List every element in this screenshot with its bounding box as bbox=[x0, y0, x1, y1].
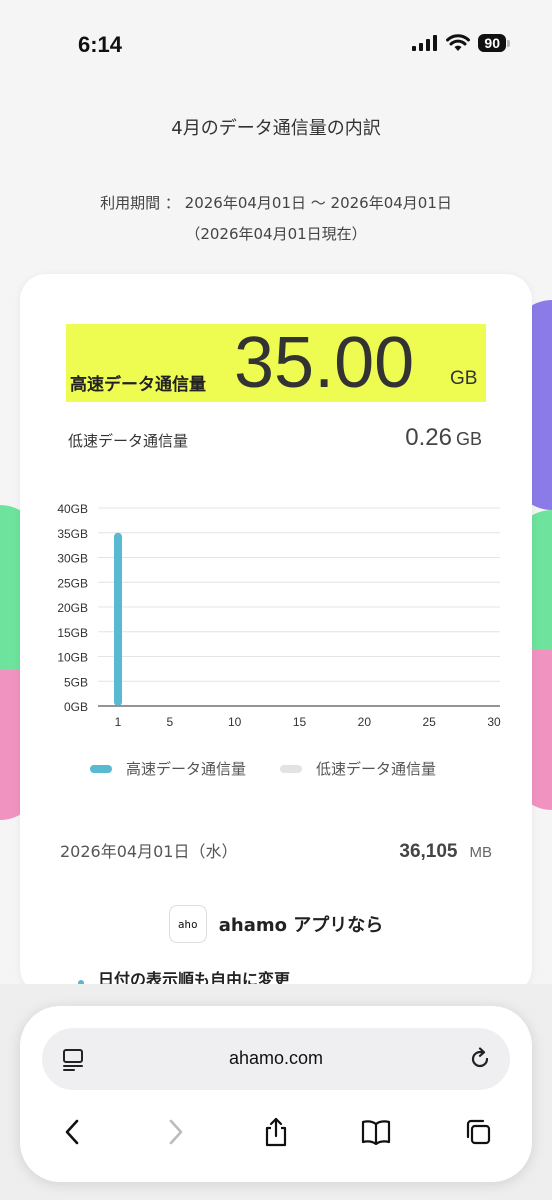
high-speed-usage: 高速データ通信量 35.00 GB bbox=[66, 324, 486, 402]
y-tick-label: 40GB bbox=[57, 502, 88, 516]
url-text[interactable]: ahamo.com bbox=[42, 1048, 510, 1069]
daily-usage-chart: 0GB5GB10GB15GB20GB25GB30GB35GB40GB1 5 10 15… bbox=[57, 502, 501, 729]
forward-button[interactable] bbox=[160, 1116, 192, 1148]
x-tick-label: 20 bbox=[358, 715, 372, 729]
chevron-right-icon bbox=[169, 1119, 183, 1145]
reload-icon[interactable] bbox=[468, 1047, 492, 1071]
x-tick-label: 1 bbox=[115, 715, 122, 729]
status-bar: 6:14 90 bbox=[0, 0, 552, 90]
daily-amount-value: 36,105 bbox=[399, 841, 458, 862]
status-icons: 90 bbox=[412, 34, 510, 52]
battery-icon: 90 bbox=[478, 34, 510, 52]
usage-card: 高速データ通信量 35.00 GB 低速データ通信量 0.26 GB 0GB 5GB… bbox=[20, 274, 532, 994]
y-tick-label: 10GB bbox=[57, 651, 88, 665]
daily-amount-unit: MB bbox=[469, 844, 493, 861]
y-tick-label: 5GB bbox=[64, 675, 88, 689]
chart-legend: 高速データ通信量 低速データ通信量 bbox=[90, 758, 436, 779]
tabs-button[interactable] bbox=[462, 1116, 494, 1148]
y-tick-label: 0GB bbox=[64, 700, 88, 714]
legend-swatch-high-speed bbox=[90, 764, 112, 773]
low-speed-unit: GB bbox=[455, 429, 482, 449]
legend-swatch-low-speed bbox=[280, 764, 303, 773]
x-tick-label: 15 bbox=[293, 715, 307, 729]
legend-item-low-speed: 低速データ通信量 bbox=[280, 758, 436, 779]
wifi-icon bbox=[446, 34, 471, 51]
cellular-signal-icon bbox=[412, 35, 438, 51]
usage-period: 利用期間 ： 2026年04月01日 〜 2026年04月01日 （2026年0… bbox=[0, 188, 552, 250]
y-tick-label: 30GB bbox=[57, 552, 88, 566]
x-tick-label: 25 bbox=[422, 715, 436, 729]
daily-amount: 36,105 MB bbox=[399, 841, 492, 863]
status-time: 6:14 bbox=[78, 32, 123, 57]
period-as-of: （2026年04月01日現在） bbox=[185, 225, 367, 243]
tabs-icon bbox=[466, 1119, 491, 1145]
legend-label-low-speed: 低速データ通信量 bbox=[316, 760, 437, 778]
x-tick-label: 5 bbox=[167, 715, 174, 729]
address-bar[interactable]: ahamo.com bbox=[42, 1028, 510, 1090]
browser-nav-toolbar bbox=[20, 1116, 532, 1152]
bookmarks-button[interactable] bbox=[360, 1116, 392, 1148]
ahamo-app-promo: aho ahamo アプリなら bbox=[0, 904, 552, 944]
ahamo-logo-icon: aho bbox=[168, 905, 207, 943]
daily-usage-row[interactable]: 2026年04月01日（水） 36,105 MB bbox=[60, 838, 492, 863]
browser-toolbar: ahamo.com bbox=[20, 1006, 532, 1182]
low-speed-value: 0.26 bbox=[405, 424, 452, 451]
high-speed-value: 35.00 bbox=[234, 323, 415, 403]
share-icon bbox=[265, 1117, 287, 1147]
high-speed-label: 高速データ通信量 bbox=[70, 375, 206, 395]
y-tick-label: 15GB bbox=[57, 626, 88, 640]
promo-title: ahamo アプリなら bbox=[218, 915, 384, 936]
low-speed-usage: 0.26 GB bbox=[405, 424, 482, 452]
y-tick-label: 25GB bbox=[57, 576, 88, 590]
share-button[interactable] bbox=[260, 1116, 292, 1148]
chart-bar bbox=[114, 532, 122, 706]
low-speed-label: 低速データ通信量 bbox=[68, 432, 189, 450]
high-speed-unit: GB bbox=[450, 368, 478, 389]
book-icon bbox=[361, 1120, 391, 1145]
page-title: 4月のデータ通信量の内訳 bbox=[171, 118, 381, 139]
y-tick-label: 35GB bbox=[57, 527, 88, 541]
chevron-left-icon bbox=[65, 1119, 79, 1145]
daily-date: 2026年04月01日（水） bbox=[60, 842, 238, 861]
legend-label-high-speed: 高速データ通信量 bbox=[126, 760, 247, 778]
back-button[interactable] bbox=[56, 1116, 88, 1148]
legend-item-high-speed: 高速データ通信量 bbox=[90, 758, 246, 779]
x-tick-label: 30 bbox=[487, 715, 501, 729]
x-tick-label: 10 bbox=[228, 715, 242, 729]
y-tick-label: 20GB bbox=[57, 601, 88, 615]
period-range: 利用期間 ： 2026年04月01日 〜 2026年04月01日 bbox=[100, 194, 452, 212]
